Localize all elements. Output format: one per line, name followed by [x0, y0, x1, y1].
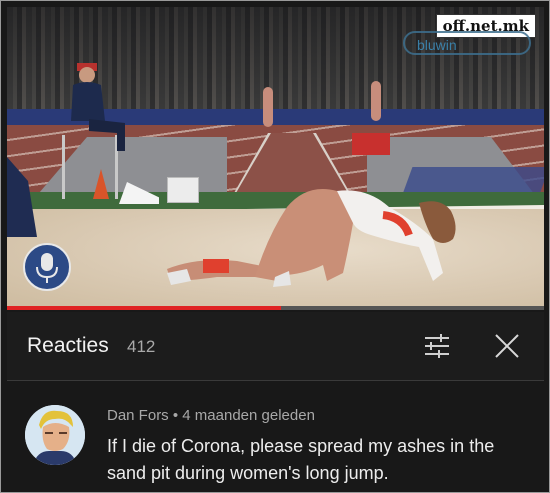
comments-count: 412: [127, 337, 156, 356]
avatar[interactable]: [25, 405, 85, 465]
podcast-logo: [23, 243, 71, 291]
video-progress-bar[interactable]: [7, 306, 544, 310]
comment-time: 4 maanden geleden: [182, 407, 315, 424]
microphone-icon: [36, 253, 58, 283]
video-progress-fill: [7, 306, 281, 310]
comments-title: Reacties: [27, 334, 109, 357]
comment-item[interactable]: Dan Fors • 4 maanden geleden If I die of…: [7, 381, 544, 491]
comment-author[interactable]: Dan Fors: [107, 407, 169, 424]
video-player[interactable]: off.net.mk bluwin: [7, 7, 544, 310]
long-jump-athlete: [167, 189, 456, 287]
background-athlete: [263, 87, 273, 127]
channel-logo: bluwin: [403, 31, 531, 55]
seated-judge: [71, 63, 125, 151]
background-athlete: [371, 81, 381, 121]
orange-cone: [93, 169, 109, 199]
sort-filter-button[interactable]: [419, 328, 455, 364]
comment-meta: Dan Fors • 4 maanden geleden: [107, 407, 315, 424]
screenshot-frame: off.net.mk bluwin Reacties 412 Dan Fors …: [0, 0, 550, 493]
comments-header: Reacties 412: [7, 312, 544, 381]
close-button[interactable]: [489, 328, 525, 364]
close-icon: [495, 334, 519, 358]
sliders-icon: [425, 334, 449, 358]
meta-separator: •: [172, 407, 179, 424]
equipment-box: [352, 133, 390, 155]
avatar-image: [25, 405, 85, 465]
comment-text: If I die of Corona, please spread my ash…: [107, 436, 495, 483]
